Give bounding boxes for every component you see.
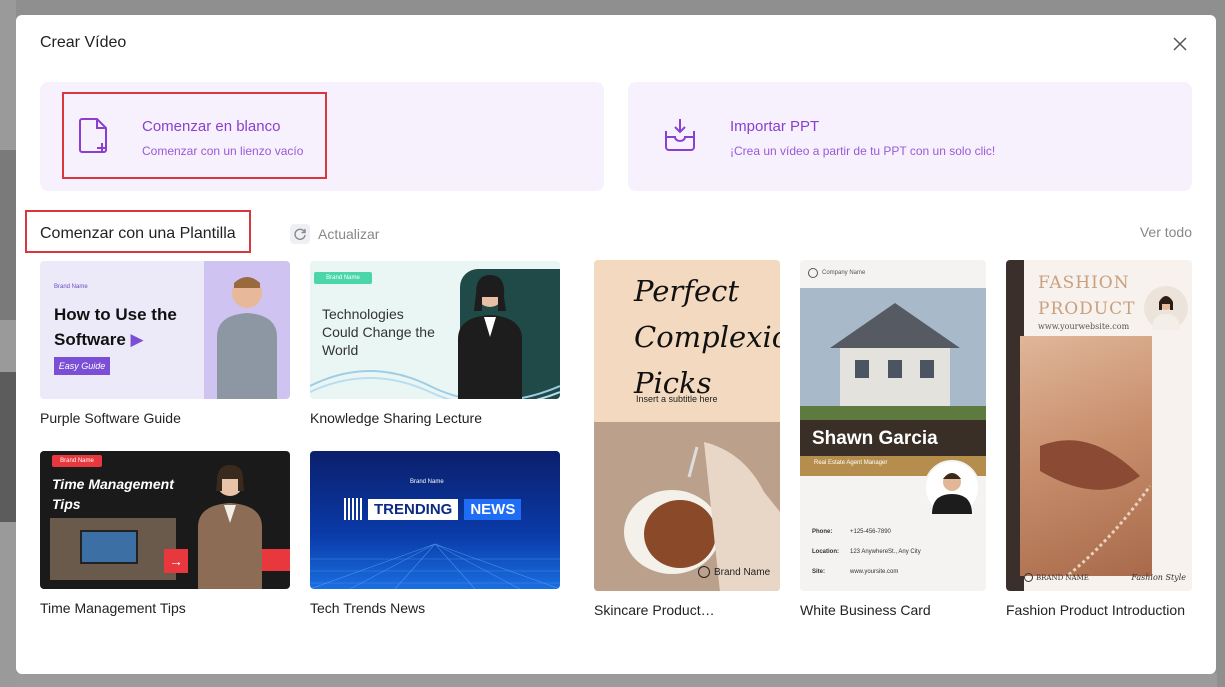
template-subtitle: Insert a subtitle here: [636, 394, 718, 404]
brand-name: Brand Name: [314, 272, 372, 284]
brand-name: BRAND NAME: [1024, 573, 1089, 582]
template-thumbnail[interactable]: Brand Name TRENDING NEWS: [310, 451, 560, 589]
presenter-figure: [458, 275, 522, 399]
brand-name: Brand Name: [54, 284, 88, 290]
avatar: [1144, 286, 1188, 330]
template-heading: Software ▶: [54, 330, 144, 349]
template-name[interactable]: Knowledge Sharing Lecture: [310, 410, 560, 426]
style-label: Fashion Style: [1131, 573, 1186, 582]
background-thumbnail: [0, 372, 16, 522]
template-heading: Technologies Could Change the World: [322, 306, 435, 358]
view-all-link[interactable]: Ver todo: [1140, 224, 1192, 240]
template-name[interactable]: Tech Trends News: [310, 600, 560, 616]
template-thumbnail[interactable]: Company Name Shawn Garcia Real Estate Ag…: [800, 260, 986, 591]
fashion-photo: [1020, 336, 1152, 591]
template-thumbnail[interactable]: Perfect Complexion Picks Insert a subtit…: [594, 260, 780, 591]
import-tray-icon: [665, 119, 695, 151]
template-heading: Time Management Tips: [52, 476, 174, 512]
template-heading: FASHION PRODUCT: [1038, 273, 1136, 319]
import-ppt-title: Importar PPT: [730, 118, 820, 135]
import-ppt-subtitle: ¡Crea un vídeo a partir de tu PPT con un…: [730, 144, 996, 158]
presenter-figure: [217, 277, 277, 399]
template-name[interactable]: Purple Software Guide: [40, 410, 290, 426]
template-thumbnail[interactable]: Brand Name Technologies Could Change the…: [310, 261, 560, 399]
background-sidebar: [0, 0, 16, 687]
template-thumbnail[interactable]: Brand Name How to Use the Software ▶ Eas…: [40, 261, 290, 399]
grid-graphic: [310, 543, 560, 589]
presenter-figure: [198, 465, 262, 589]
template-name[interactable]: White Business Card: [800, 602, 986, 618]
modal-title: Crear Vídeo: [40, 34, 127, 51]
close-icon[interactable]: [1172, 36, 1188, 52]
template-name[interactable]: Skincare Product…: [594, 602, 780, 618]
arrow-right-icon: →: [164, 549, 188, 573]
avatar: [924, 460, 980, 516]
highlight-box: [25, 210, 251, 253]
template-heading: Perfect Complexion Picks: [634, 274, 780, 400]
brand-name: Brand Name: [52, 455, 102, 467]
highlight-box: [62, 92, 327, 179]
company-name: Company Name: [808, 268, 865, 278]
template-thumbnail[interactable]: → Brand Name Time Management Tips: [40, 451, 290, 589]
template-name[interactable]: Fashion Product Introduction: [1006, 602, 1192, 618]
name-banner: Shawn Garcia: [800, 420, 986, 456]
template-website: www.yourwebsite.com: [1038, 322, 1130, 331]
refresh-label: Actualizar: [318, 226, 380, 242]
template-tag: Easy Guide: [54, 357, 110, 375]
create-video-modal: Crear Vídeo Comenzar en blanco Comenzar …: [16, 15, 1216, 674]
background-row: [16, 673, 1217, 687]
refresh-button[interactable]: Actualizar: [290, 224, 379, 244]
laptop-photo: [50, 518, 176, 580]
brand-name: Brand Name: [698, 566, 770, 578]
brand-name: Brand Name: [410, 479, 444, 485]
contact-details: Phone: +125-456-7890 Location: 123 Anywher…: [812, 529, 921, 575]
refresh-icon: [294, 228, 306, 240]
background-thumbnail: [0, 150, 16, 320]
template-heading: How to Use the: [54, 305, 177, 324]
news-banner: TRENDING NEWS: [344, 498, 522, 520]
template-thumbnail[interactable]: FASHION PRODUCT www.yourwebsite.com BRAN…: [1006, 260, 1192, 591]
house-photo: [800, 288, 986, 420]
template-name[interactable]: Time Management Tips: [40, 600, 290, 616]
import-ppt-card[interactable]: Importar PPT ¡Crea un vídeo a partir de …: [628, 82, 1192, 191]
